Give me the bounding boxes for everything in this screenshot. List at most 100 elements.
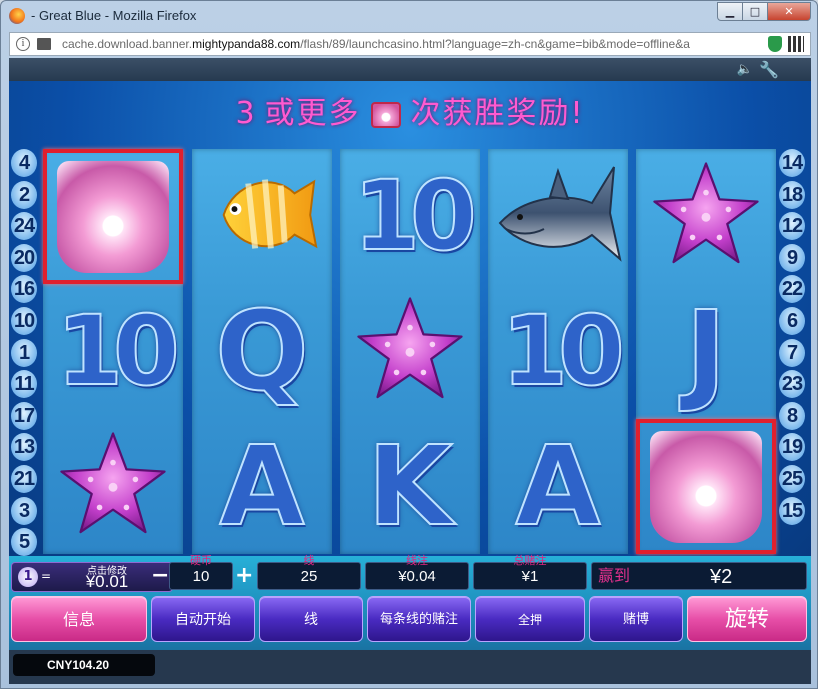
window-title: - Great Blue - Mozilla Firefox	[31, 8, 197, 23]
lines-label: 线	[303, 555, 315, 567]
card-symbol: 10	[352, 159, 478, 273]
shell-icon	[650, 431, 762, 543]
slot-stage: 3 或更多 次获胜奖励! 4 2 24 20 16 10 1 11 17 13 21 3 5 14 18 12 9…	[9, 81, 811, 557]
payline-badge[interactable]: 9	[779, 243, 805, 272]
headline-before: 或更多	[264, 96, 361, 131]
payline-badge[interactable]: 6	[779, 306, 805, 335]
payline-indicators-right: 14 18 12 9 22 6 7 23 8 19 25 15	[779, 149, 809, 528]
reel-cell	[192, 149, 332, 284]
shell-icon	[370, 101, 401, 128]
card-symbol: J	[685, 286, 728, 416]
reel-cell: A	[192, 419, 332, 554]
payline-badge[interactable]: 23	[779, 370, 805, 399]
total-bet-label: 总赌注	[513, 555, 547, 567]
card-symbol: 10	[55, 294, 181, 408]
bet-readouts: 1 = 点击修改 ¥0.01 − 硬币 10 + 线 25 线注 ¥0.04 总…	[9, 555, 811, 592]
minimize-button[interactable]: ▁	[717, 2, 743, 21]
window-controls: ▁ □ ✕	[717, 2, 811, 21]
payline-badge[interactable]: 13	[11, 433, 37, 462]
autoplay-button[interactable]: 自动开始	[151, 596, 255, 642]
game-area: 🔈 🔧 3 或更多 次获胜奖励! 4 2 24 20 16 10 1 11 17 13 21 3 5 14 1…	[9, 58, 811, 684]
payline-badge[interactable]: 22	[779, 275, 805, 304]
payline-badge[interactable]: 4	[11, 149, 37, 177]
payline-badge[interactable]: 11	[11, 370, 37, 399]
qr-code-icon[interactable]	[788, 36, 804, 52]
win-value: ¥2	[710, 566, 733, 588]
payline-badge[interactable]: 16	[11, 275, 37, 304]
payline-badge[interactable]: 10	[11, 306, 37, 335]
address-bar[interactable]: i cache.download.banner.mightypanda88.co…	[9, 32, 811, 56]
line-bet-label: 线注	[406, 555, 428, 567]
fish-icon	[204, 163, 322, 263]
coins-per-line-field: 硬币 10	[169, 556, 233, 590]
reel-2: QA	[192, 149, 332, 554]
reel-cell: J	[636, 284, 776, 419]
card-symbol: Q	[214, 286, 310, 416]
payline-indicators-left: 4 2 24 20 16 10 1 11 17 13 21 3 5	[11, 149, 41, 560]
payline-badge[interactable]: 1	[11, 338, 37, 367]
card-symbol: 10	[500, 294, 626, 408]
close-button[interactable]: ✕	[767, 2, 811, 21]
starfish-icon	[354, 294, 466, 406]
payline-badge[interactable]: 17	[11, 401, 37, 430]
payline-badge[interactable]: 24	[11, 212, 37, 241]
maximize-button[interactable]: □	[742, 2, 768, 21]
payline-badge[interactable]: 3	[11, 496, 37, 525]
shield-icon[interactable]	[768, 36, 782, 52]
shell-icon	[57, 161, 169, 273]
reel-cell: 10	[43, 284, 183, 419]
lines-button[interactable]: 线	[259, 596, 363, 642]
payline-badge[interactable]: 8	[779, 401, 805, 430]
total-bet-field: 总赌注 ¥1	[473, 556, 587, 590]
coins-increase-button[interactable]: +	[235, 562, 253, 590]
control-panel: 1 = 点击修改 ¥0.01 − 硬币 10 + 线 25 线注 ¥0.04 总…	[9, 556, 811, 684]
payline-badge[interactable]: 14	[779, 149, 805, 177]
payline-badge[interactable]: 19	[779, 433, 805, 462]
browser-window: - Great Blue - Mozilla Firefox ▁ □ ✕ i c…	[0, 0, 818, 689]
payline-badge[interactable]: 18	[779, 180, 805, 209]
status-bar: CNY104.20	[9, 650, 811, 684]
speaker-icon[interactable]: 🔈	[737, 62, 753, 77]
starfish-icon	[57, 429, 169, 541]
card-symbol: A	[514, 421, 601, 551]
gamble-button[interactable]: 赌博	[589, 596, 683, 642]
total-bet-value: ¥1	[521, 568, 539, 585]
coin-value: ¥0.01	[85, 572, 129, 591]
payline-badge[interactable]: 21	[11, 464, 37, 493]
reel-1: 10	[43, 149, 183, 554]
coin-value-selector[interactable]: 1 = 点击修改 ¥0.01	[11, 562, 173, 592]
reel-cell: 10	[488, 284, 628, 419]
action-buttons: 信息 自动开始 线 每条线的赌注 全押 赌博 旋转	[9, 596, 811, 644]
lines-value: 25	[300, 568, 318, 585]
coins-decrease-button[interactable]: −	[151, 562, 169, 590]
max-bet-button[interactable]: 全押	[475, 596, 585, 642]
url-text[interactable]: cache.download.banner.mightypanda88.com/…	[62, 37, 762, 51]
wrench-icon[interactable]: 🔧	[759, 60, 779, 79]
reel-cell: 10	[340, 149, 480, 284]
firefox-icon	[9, 8, 25, 24]
spin-button[interactable]: 旋转	[687, 596, 807, 642]
reel-cell	[488, 149, 628, 284]
page-icon	[37, 38, 51, 50]
reel-cell	[340, 284, 480, 419]
reel-cell	[43, 149, 183, 284]
info-button[interactable]: 信息	[11, 596, 147, 642]
payline-badge[interactable]: 5	[11, 528, 37, 557]
bet-per-line-button[interactable]: 每条线的赌注	[367, 596, 471, 642]
coins-per-line-label: 硬币	[190, 555, 212, 567]
payline-badge[interactable]: 15	[779, 496, 805, 525]
reel-cell	[636, 149, 776, 284]
info-icon[interactable]: i	[16, 37, 30, 51]
payline-badge[interactable]: 12	[779, 212, 805, 241]
headline-number: 3	[235, 96, 257, 131]
shark-icon	[492, 159, 624, 269]
payline-badge[interactable]: 20	[11, 243, 37, 272]
payline-badge[interactable]: 2	[11, 180, 37, 209]
line-bet-field: 线注 ¥0.04	[365, 556, 469, 590]
reel-4: 10 A	[488, 149, 628, 554]
game-toolbar: 🔈 🔧	[9, 58, 811, 81]
payline-badge[interactable]: 25	[779, 464, 805, 493]
card-symbol: A	[218, 421, 305, 551]
payline-badge[interactable]: 7	[779, 338, 805, 367]
card-symbol: K	[366, 421, 453, 551]
